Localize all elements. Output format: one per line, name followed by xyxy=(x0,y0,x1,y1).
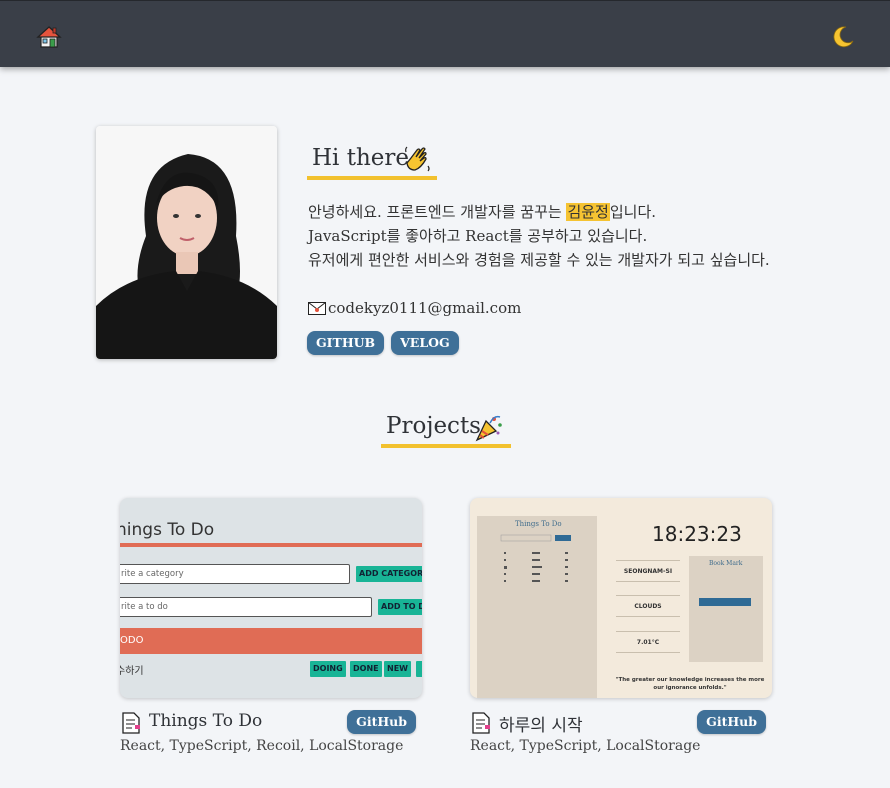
profile-photo xyxy=(96,126,277,359)
highlighted-name: 김윤정 xyxy=(566,203,610,221)
projects-underline xyxy=(381,444,511,448)
preview-city: SEONGNAM-SI xyxy=(616,560,680,582)
email-contact: codekyz0111@gmail.com xyxy=(308,299,521,317)
preview-add-category-button: ADD CATEGORY xyxy=(356,566,422,582)
preview-add-todo-button: ADD TO DO xyxy=(378,599,422,615)
email-address[interactable]: codekyz0111@gmail.com xyxy=(328,299,521,317)
project-name: Things To Do xyxy=(149,711,263,731)
preview-todo-item: 수하기 xyxy=(120,666,144,677)
greeting-underline xyxy=(307,176,437,180)
project-tech-stack: React, TypeScript, LocalStorage xyxy=(470,738,701,754)
document-icon xyxy=(472,712,490,734)
projects-title: Projects xyxy=(386,413,481,439)
project-github-button[interactable]: GitHub xyxy=(697,710,766,734)
home-icon[interactable] xyxy=(36,25,62,49)
project-info: Things To Do GitHub React, TypeScript, R… xyxy=(120,698,422,768)
intro-text: 안녕하세요. 프론트엔드 개발자를 꿈꾸는 김윤정입니다. JavaScript… xyxy=(308,200,770,272)
intro-line-1-prefix: 안녕하세요. 프론트엔드 개발자를 꿈꾸는 xyxy=(308,203,567,221)
intro-line-1: 안녕하세요. 프론트엔드 개발자를 꿈꾸는 김윤정입니다. xyxy=(308,200,770,224)
preview-todo-panel: Things To Do xyxy=(477,516,597,698)
project-tech-stack: React, TypeScript, Recoil, LocalStorage xyxy=(120,738,404,754)
crescent-moon-icon xyxy=(833,26,854,48)
preview-weather: CLOUDS xyxy=(616,595,680,617)
top-navbar xyxy=(0,0,890,67)
project-card-things-to-do: hings To Do rite a category ADD CATEGORY… xyxy=(120,498,422,768)
preview-clock: 18:23:23 xyxy=(652,522,742,546)
greeting-heading: Hi there xyxy=(307,142,437,182)
greeting-text: Hi there xyxy=(312,145,409,171)
preview-heading: hings To Do xyxy=(120,520,215,540)
preview-category-input: rite a category xyxy=(120,564,350,584)
preview-bookmark-panel: Book Mark xyxy=(689,556,763,662)
preview-divider xyxy=(120,543,422,547)
project-preview-image[interactable]: hings To Do rite a category ADD CATEGORY… xyxy=(120,498,422,698)
intro-line-3: 유저에게 편안한 서비스와 경험을 제공할 수 있는 개발자가 되고 싶습니다. xyxy=(308,251,770,269)
preview-quote: "The greater our knowledge increases the… xyxy=(615,677,765,691)
preview-new-button: NEW xyxy=(384,661,411,677)
intro-line-1-suffix: 입니다. xyxy=(609,203,657,221)
waving-hand-icon xyxy=(403,144,433,174)
preview-extra-button xyxy=(416,661,422,677)
project-preview-image[interactable]: Things To Do 18:23:23 SEONGNAM-SI CLOUDS… xyxy=(470,498,772,698)
preview-todo-list xyxy=(500,534,571,582)
dark-mode-toggle[interactable] xyxy=(830,24,856,50)
project-info: 하루의 시작 GitHub React, TypeScript, LocalSt… xyxy=(470,698,772,768)
intro-line-2: JavaScript를 좋아하고 React를 공부하고 있습니다. xyxy=(308,227,648,245)
project-card-haru: Things To Do 18:23:23 SEONGNAM-SI CLOUDS… xyxy=(470,498,772,768)
preview-temperature: 7.01°C xyxy=(616,631,680,653)
preview-todo-input: rite a to do xyxy=(120,597,372,617)
profile-links: GITHUB VELOG xyxy=(307,331,459,355)
github-button[interactable]: GITHUB xyxy=(307,331,385,355)
project-name: 하루의 시작 xyxy=(499,716,583,736)
envelope-icon xyxy=(308,301,326,315)
preview-todo-title: Things To Do xyxy=(515,520,562,528)
preview-bookmark-title: Book Mark xyxy=(709,560,743,567)
preview-doing-button: DOING xyxy=(310,661,346,677)
party-popper-icon xyxy=(474,413,504,443)
preview-done-button: DONE xyxy=(350,661,382,677)
preview-todo-section: ODO xyxy=(120,628,422,654)
project-github-button[interactable]: GitHub xyxy=(347,710,416,734)
document-icon xyxy=(122,712,140,734)
preview-bookmark-button xyxy=(699,598,751,606)
velog-button[interactable]: VELOG xyxy=(391,331,459,355)
projects-heading: Projects xyxy=(381,410,511,450)
